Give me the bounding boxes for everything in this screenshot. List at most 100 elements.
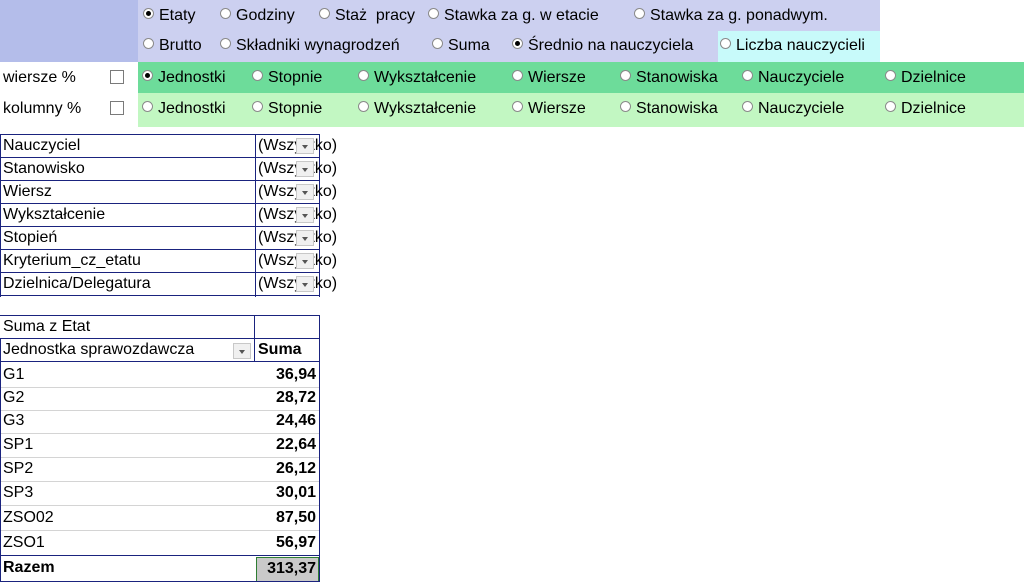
radio-icon[interactable]: [512, 38, 523, 50]
pivot-border: [0, 361, 320, 362]
pivot-border: [0, 338, 1, 582]
radio-icon[interactable]: [620, 101, 631, 113]
radio-icon[interactable]: [620, 70, 631, 82]
filter-name: Wiersz: [3, 183, 52, 200]
pivot-row-field: Jednostka sprawozdawcza: [3, 341, 195, 358]
filter-name: Wykształcenie: [3, 206, 106, 223]
pivot-row-label: SP3: [3, 484, 34, 501]
pivot-row-label: SP1: [3, 436, 34, 453]
radio-icon[interactable]: [142, 70, 153, 82]
rows-radio-dzielnice[interactable]: Dzielnice: [885, 68, 966, 88]
filter-name: Stopień: [3, 229, 58, 246]
pivot-row-value: 22,64: [275, 436, 316, 453]
dropdown-arrow-icon[interactable]: [296, 276, 314, 292]
rows-radio-wiersze[interactable]: Wiersze: [512, 68, 586, 88]
pivot-row-value: 30,01: [275, 484, 316, 501]
radio-suma[interactable]: Suma: [432, 36, 490, 56]
rows-pct-label: wiersze %: [3, 69, 76, 86]
radio-icon[interactable]: [143, 38, 154, 50]
dropdown-arrow-icon[interactable]: [233, 343, 251, 359]
radio-icon[interactable]: [319, 8, 330, 20]
radio-icon[interactable]: [252, 70, 263, 82]
radio-icon[interactable]: [142, 101, 153, 113]
radio-icon[interactable]: [885, 70, 896, 82]
cols-radio-jednostki[interactable]: Jednostki: [142, 99, 226, 119]
radio-icon[interactable]: [634, 8, 645, 20]
filter-row: Wykształcenie (Wszystko): [0, 203, 337, 227]
rows-pct-checkbox[interactable]: [110, 70, 124, 84]
dropdown-arrow-icon[interactable]: [296, 253, 314, 269]
radio-icon[interactable]: [358, 70, 369, 82]
radio-icon[interactable]: [358, 101, 369, 113]
dropdown-arrow-icon[interactable]: [296, 161, 314, 177]
pivot-row-label: G2: [3, 389, 25, 406]
cols-radio-wyksztalcenie[interactable]: Wykształcenie: [358, 99, 476, 119]
rows-radio-nauczyciele[interactable]: Nauczyciele: [742, 68, 844, 88]
pivot-row-label: G3: [3, 412, 25, 429]
cols-pct-checkbox[interactable]: [110, 101, 124, 115]
pivot-total-value[interactable]: 313,37: [258, 558, 316, 580]
dropdown-arrow-icon[interactable]: [296, 138, 314, 154]
filter-border: [0, 295, 320, 296]
pivot-measure-label: Suma z Etat: [3, 318, 91, 335]
radio-icon[interactable]: [220, 38, 231, 50]
rows-radio-stanowiska[interactable]: Stanowiska: [620, 68, 718, 88]
radio-icon[interactable]: [143, 8, 154, 20]
filter-row: Dzielnica/Delegatura (Wszystko): [0, 272, 337, 296]
radio-icon[interactable]: [742, 70, 753, 82]
pivot-row-value: 26,12: [275, 460, 316, 477]
pivot-border: [0, 555, 320, 556]
radio-stawka-w-etacie[interactable]: Stawka za g. w etacie: [428, 6, 599, 26]
radio-icon[interactable]: [885, 101, 896, 113]
pivot-row-value: 24,46: [275, 412, 316, 429]
filter-row: Stopień (Wszystko): [0, 226, 337, 250]
radio-icon[interactable]: [720, 38, 731, 50]
radio-brutto[interactable]: Brutto: [143, 36, 202, 56]
radio-icon[interactable]: [252, 101, 263, 113]
cols-radio-wiersze[interactable]: Wiersze: [512, 99, 586, 119]
filter-name: Stanowisko: [3, 160, 85, 177]
dropdown-arrow-icon[interactable]: [296, 207, 314, 223]
pivot-row-label: SP2: [3, 460, 34, 477]
radio-srednio[interactable]: Średnio na nauczyciela: [512, 36, 693, 56]
radio-icon[interactable]: [742, 101, 753, 113]
pivot-row-label: ZSO02: [3, 509, 54, 526]
radio-staz-pracy[interactable]: Staż pracy: [319, 6, 415, 26]
radio-icon[interactable]: [220, 8, 231, 20]
panel-label-block: [0, 0, 138, 62]
radio-stawka-ponadwym[interactable]: Stawka za g. ponadwym.: [634, 6, 828, 26]
filter-row: Kryterium_cz_etatu (Wszystko): [0, 249, 337, 273]
pivot-row-value: 28,72: [275, 389, 316, 406]
radio-icon[interactable]: [432, 38, 443, 50]
dropdown-arrow-icon[interactable]: [296, 184, 314, 200]
filter-name: Kryterium_cz_etatu: [3, 252, 141, 269]
pivot-col-header: Suma: [258, 341, 302, 358]
pivot-row-value: 36,94: [275, 366, 316, 383]
cols-radio-stopnie[interactable]: Stopnie: [252, 99, 322, 119]
radio-icon[interactable]: [428, 8, 439, 20]
radio-skladniki[interactable]: Składniki wynagrodzeń: [220, 36, 400, 56]
dropdown-arrow-icon[interactable]: [296, 230, 314, 246]
row-divider: [1, 530, 319, 531]
rows-radio-jednostki[interactable]: Jednostki: [142, 68, 226, 88]
filter-row: Nauczyciel (Wszystko): [0, 134, 337, 158]
cols-radio-nauczyciele[interactable]: Nauczyciele: [742, 99, 844, 119]
pivot-row-value: 87,50: [275, 509, 316, 526]
filter-row: Wiersz (Wszystko): [0, 180, 337, 204]
cols-radio-stanowiska[interactable]: Stanowiska: [620, 99, 718, 119]
pivot-row-label: ZSO1: [3, 534, 45, 551]
pivot-row-value: 56,97: [275, 534, 316, 551]
radio-icon[interactable]: [512, 70, 523, 82]
filter-name: Nauczyciel: [3, 137, 81, 154]
rows-radio-stopnie[interactable]: Stopnie: [252, 68, 322, 88]
radio-godziny[interactable]: Godziny: [220, 6, 295, 26]
rows-radio-wyksztalcenie[interactable]: Wykształcenie: [358, 68, 476, 88]
radio-etaty[interactable]: Etaty: [143, 6, 195, 26]
filter-name: Dzielnica/Delegatura: [3, 275, 151, 292]
radio-icon[interactable]: [512, 101, 523, 113]
pivot-border: [319, 315, 320, 582]
pivot-row-label: G1: [3, 366, 25, 383]
radio-liczba-nauczycieli[interactable]: Liczba nauczycieli: [720, 36, 865, 56]
pivot-total-label: Razem: [3, 559, 55, 576]
cols-radio-dzielnice[interactable]: Dzielnice: [885, 99, 966, 119]
